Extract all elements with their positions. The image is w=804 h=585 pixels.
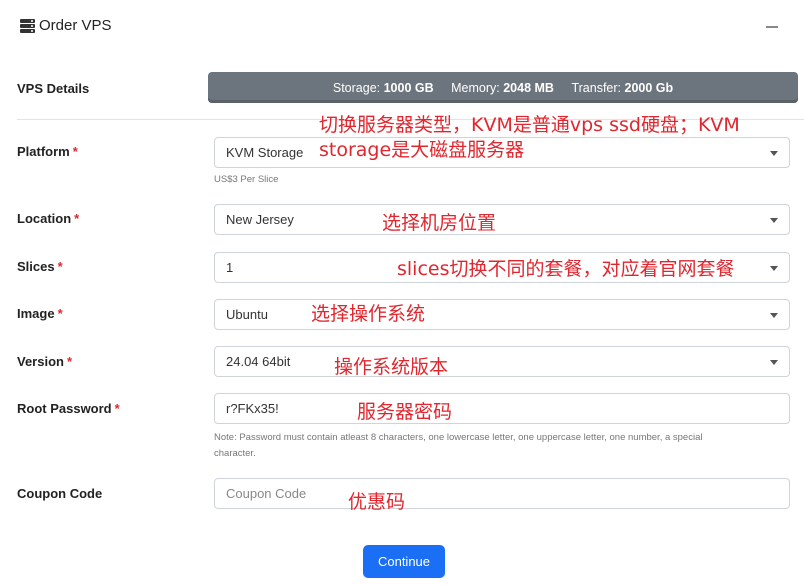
annotation-slices: slices切换不同的套餐，对应着官网套餐 xyxy=(397,258,735,280)
page-title: Order VPS xyxy=(39,17,112,34)
vps-details-label: VPS Details xyxy=(17,81,90,96)
coupon-code-placeholder: Coupon Code xyxy=(226,486,307,501)
annotation-version: 操作系统版本 xyxy=(334,356,449,378)
server-icon xyxy=(20,19,35,33)
chevron-down-icon xyxy=(770,218,778,223)
location-select[interactable]: New Jersey xyxy=(214,204,790,235)
image-label: Image * xyxy=(17,306,63,321)
coupon-code-label: Coupon Code xyxy=(17,486,103,501)
location-label: Location * xyxy=(17,211,80,226)
storage-label: Storage: xyxy=(332,81,381,95)
annotation-platform: 切换服务器类型，KVM是普通vps ssd硬盘；KVM storage是大磁盘服… xyxy=(319,114,740,161)
annotation-location: 选择机房位置 xyxy=(382,212,497,234)
location-select-value: New Jersey xyxy=(226,212,294,227)
annotation-image: 选择操作系统 xyxy=(311,303,426,325)
platform-select-value: KVM Storage xyxy=(226,145,304,160)
continue-button[interactable]: Continue xyxy=(363,545,445,578)
slices-label: Slices * xyxy=(17,259,63,274)
storage-value: 1000 GB xyxy=(383,81,434,95)
memory-value: 2048 MB xyxy=(503,81,554,95)
transfer-value: 2000 Gb xyxy=(624,81,674,95)
coupon-code-input[interactable]: Coupon Code xyxy=(214,478,790,509)
chevron-down-icon xyxy=(770,151,778,156)
root-password-label: Root Password * xyxy=(17,401,120,416)
required-mark: * xyxy=(114,401,120,416)
platform-price-help: US$3 Per Slice xyxy=(214,174,279,185)
required-mark: * xyxy=(57,259,63,274)
required-mark: * xyxy=(57,306,63,321)
required-mark: * xyxy=(72,144,78,159)
root-password-input[interactable]: r?FKx35! xyxy=(214,393,790,424)
annotation-coupon: 优惠码 xyxy=(348,491,406,513)
transfer-label: Transfer: xyxy=(571,81,622,95)
image-select-value: Ubuntu xyxy=(226,307,268,322)
memory-label: Memory: xyxy=(451,81,500,95)
version-select-value: 24.04 64bit xyxy=(226,354,291,369)
collapse-icon[interactable] xyxy=(766,26,778,28)
chevron-down-icon xyxy=(770,360,778,365)
root-password-value: r?FKx35! xyxy=(226,401,279,416)
password-rules-help: Note: Password must contain atleast 8 ch… xyxy=(214,432,703,459)
annotation-password: 服务器密码 xyxy=(357,401,453,423)
chevron-down-icon xyxy=(770,266,778,271)
card-header: Order VPS xyxy=(0,0,804,54)
vps-details-bar: Storage: 1000 GB Memory: 2048 MB Transfe… xyxy=(208,72,798,103)
platform-label: Platform * xyxy=(17,144,78,159)
image-select[interactable]: Ubuntu xyxy=(214,299,790,330)
version-label: Version * xyxy=(17,354,73,369)
slices-select-value: 1 xyxy=(226,260,234,275)
chevron-down-icon xyxy=(770,313,778,318)
required-mark: * xyxy=(74,211,80,226)
version-select[interactable]: 24.04 64bit xyxy=(214,346,790,377)
required-mark: * xyxy=(66,354,73,369)
